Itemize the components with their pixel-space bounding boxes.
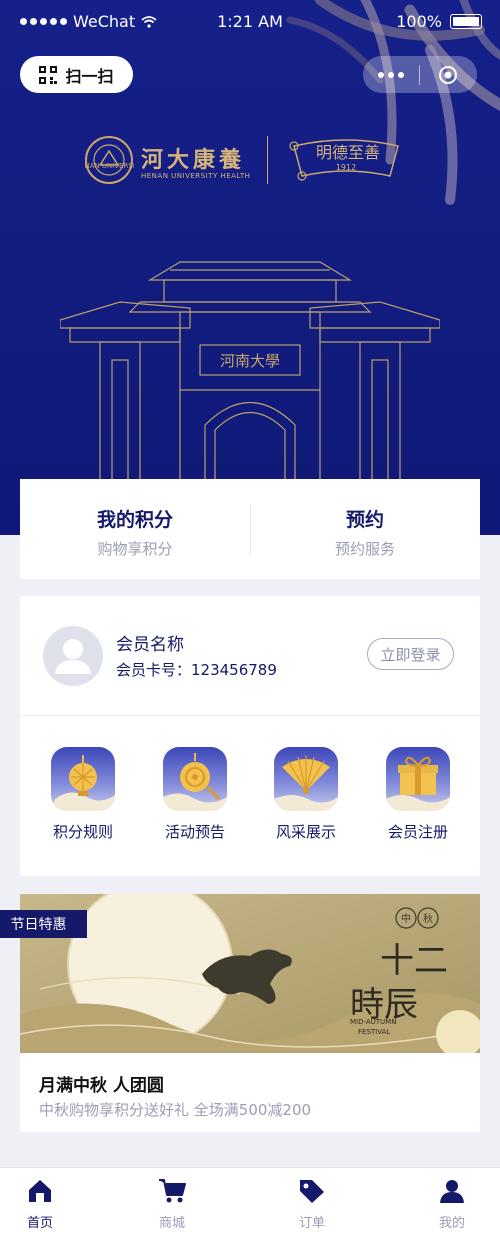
- avatar[interactable]: [43, 626, 103, 686]
- scroll-emblem-icon: 明德至善 1912: [289, 139, 399, 181]
- scan-button[interactable]: 扫一扫: [20, 56, 133, 93]
- menu-label: 会员注册: [387, 823, 448, 841]
- my-points-subtitle: 购物享积分: [97, 540, 173, 558]
- lantern-icon: [51, 747, 115, 811]
- scan-label: 扫一扫: [65, 66, 114, 86]
- qr-scan-icon: [39, 65, 58, 84]
- fan-icon: [274, 747, 338, 811]
- reservation-button[interactable]: 预约 预约服务: [250, 505, 480, 559]
- tab-home[interactable]: 首页: [0, 1178, 80, 1231]
- tag-icon: [300, 1180, 324, 1203]
- user-icon: [440, 1180, 464, 1203]
- battery-area: 100%: [396, 12, 482, 31]
- promo-card[interactable]: 中 秋 十二 時辰 MID-AUTUMN FESTIVAL 月满中秋 人团圆 中…: [20, 894, 480, 1132]
- bottom-tab-bar: 首页 商城 订单 我的: [0, 1167, 500, 1234]
- status-bar: WeChat 1:21 AM 100%: [0, 0, 500, 44]
- emblem-motto: 明德至善: [316, 143, 380, 162]
- tab-label: 商城: [158, 1216, 185, 1231]
- member-card-number: 会员卡号：123456789: [116, 661, 277, 679]
- tab-orders[interactable]: 订单: [272, 1178, 352, 1231]
- tab-mine[interactable]: 我的: [412, 1178, 492, 1231]
- cart-icon: [159, 1179, 186, 1203]
- tab-label: 首页: [26, 1216, 53, 1231]
- promo-badge-left: 中: [401, 912, 411, 925]
- brand-logos: HENAN UNIVERSITY 河大康養 HENAN UNIVERSITY H…: [84, 132, 414, 188]
- university-gate-illustration: 河南大學: [60, 261, 440, 480]
- promo-headline-1: 十二: [380, 941, 448, 981]
- promo-image: 中 秋 十二 時辰 MID-AUTUMN FESTIVAL: [20, 894, 480, 1053]
- my-points-title: 我的积分: [96, 509, 173, 531]
- menu-item-showcase[interactable]: 风采展示: [256, 747, 356, 842]
- promo-badge-right: 秋: [423, 912, 433, 925]
- member-name: 会员名称: [116, 635, 184, 655]
- university-seal-icon: HENAN UNIVERSITY: [84, 136, 134, 184]
- menu-label: 活动预告: [164, 823, 225, 841]
- reservation-subtitle: 预约服务: [334, 540, 395, 558]
- gate-plaque-text: 河南大學: [220, 352, 280, 370]
- tab-label: 我的: [438, 1216, 465, 1231]
- reservation-title: 预约: [345, 509, 384, 531]
- menu-item-member-register[interactable]: 会员注册: [368, 747, 468, 842]
- emblem-year: 1912: [336, 163, 356, 172]
- logo-divider: [267, 136, 268, 184]
- tab-label: 订单: [298, 1216, 325, 1231]
- points-card: 我的积分 购物享积分 预约 预约服务: [20, 479, 480, 579]
- battery-icon: [450, 14, 482, 29]
- menu-label: 积分规则: [52, 823, 113, 841]
- brand-title: 河大康養: [141, 148, 246, 173]
- more-icon[interactable]: [363, 71, 419, 78]
- miniprogram-capsule: [363, 56, 477, 93]
- gift-icon: [386, 747, 450, 811]
- promo-subtitle: 中秋购物享积分送好礼 全场满500减200: [39, 1101, 312, 1119]
- gong-icon: [163, 747, 227, 811]
- promo-title: 月满中秋 人团圆: [39, 1076, 164, 1096]
- promo-caption-1: MID-AUTUMN: [350, 1018, 396, 1026]
- brand-subtitle: HENAN UNIVERSITY HEALTH: [141, 172, 251, 180]
- promo-caption-2: FESTIVAL: [358, 1028, 390, 1036]
- tab-mall[interactable]: 商城: [132, 1178, 212, 1231]
- promo-tag: 节日特惠: [0, 910, 87, 938]
- member-card: 会员名称 会员卡号：123456789 立即登录 积分规则 活动预告 风采展示 …: [20, 596, 480, 876]
- menu-item-event-preview[interactable]: 活动预告: [145, 747, 245, 842]
- login-button[interactable]: 立即登录: [367, 638, 454, 670]
- home-icon: [29, 1180, 51, 1202]
- battery-percent: 100%: [396, 12, 442, 31]
- menu-item-points-rules[interactable]: 积分规则: [33, 747, 133, 842]
- default-avatar-icon: [55, 639, 91, 674]
- member-divider: [20, 715, 480, 716]
- seal-lettering: HENAN UNIVERSITY: [84, 162, 134, 170]
- my-points-button[interactable]: 我的积分 购物享积分: [20, 505, 250, 559]
- hero-banner: WeChat 1:21 AM 100% 扫一扫 HENAN UNIVERSIT: [0, 0, 500, 535]
- menu-label: 风采展示: [275, 823, 336, 841]
- close-miniprogram-icon[interactable]: [420, 65, 476, 85]
